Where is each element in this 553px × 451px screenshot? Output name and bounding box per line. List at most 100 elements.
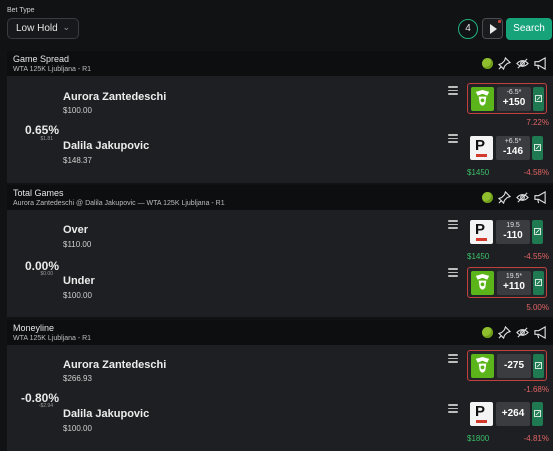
edit-button[interactable]	[533, 271, 544, 295]
odds-value: +264	[501, 408, 525, 419]
draftkings-icon	[471, 271, 494, 295]
hide-icon[interactable]	[516, 326, 529, 339]
price-box: 19.5 -110	[496, 220, 530, 244]
outcome-name: Dalila Jakupovic	[63, 140, 150, 152]
book-stake: $1450	[467, 252, 490, 261]
section-body-game-spread: 0.65% $1.81 Aurora Zantedeschi $100.00 -…	[7, 76, 553, 183]
menu-icon[interactable]	[448, 220, 458, 229]
odds-button[interactable]: -6.5* +150	[467, 83, 547, 114]
bet-type-select[interactable]: Low Hold ⌄	[7, 18, 79, 39]
outcome-name: Aurora Zantedeschi	[63, 91, 167, 103]
section-title: Total Games	[13, 188, 64, 198]
draftkings-icon	[471, 354, 494, 378]
edit-icon	[534, 144, 541, 151]
edit-button[interactable]	[532, 136, 543, 160]
ev-percent: -4.55%	[523, 252, 549, 261]
hold-amount: -$2.94	[38, 403, 53, 409]
play-icon	[490, 24, 497, 34]
book-stake: $1800	[467, 434, 490, 443]
section-title: Moneyline	[13, 323, 55, 333]
hold-percent: 0.65%	[24, 123, 59, 137]
edit-button[interactable]	[533, 87, 544, 111]
draftkings-icon	[471, 87, 494, 111]
price-box: +6.5* -146	[496, 136, 530, 160]
odds-button[interactable]: P 19.5 -110	[467, 217, 547, 248]
edit-icon	[535, 362, 542, 369]
outcome-name: Over	[63, 224, 89, 236]
chevron-down-icon: ⌄	[62, 22, 70, 32]
tennis-ball-icon	[482, 191, 493, 203]
menu-icon[interactable]	[448, 404, 458, 413]
ev-percent: -4.58%	[523, 168, 549, 177]
filter-bar: Bet Type Low Hold ⌄ 4 Search	[0, 0, 553, 46]
odds-value: -110	[503, 230, 523, 241]
tennis-ball-icon	[482, 326, 493, 338]
play-button[interactable]	[482, 18, 503, 39]
bet-type-label: Bet Type	[7, 7, 35, 14]
menu-icon[interactable]	[448, 354, 458, 363]
spread-line: -6.5*	[506, 89, 522, 96]
menu-icon[interactable]	[448, 86, 458, 95]
outcome-stake: $266.93	[63, 374, 92, 383]
price-box: +264	[496, 402, 530, 426]
hold-amount: $1.81	[40, 136, 53, 142]
count-badge: 4	[458, 19, 478, 39]
edit-button[interactable]	[533, 354, 544, 378]
outcome-name: Aurora Zantedeschi	[63, 359, 167, 371]
price-box: -275	[497, 354, 531, 378]
outcome-name: Dalila Jakupovic	[63, 408, 150, 420]
odds-button[interactable]: -275	[467, 350, 547, 381]
section-subtitle: WTA 125K Ljubljana - R1	[13, 335, 92, 342]
pin-icon[interactable]	[498, 325, 511, 339]
odds-value: +110	[503, 281, 525, 292]
spread-line: +6.5*	[504, 138, 522, 145]
total-line: 19.5*	[505, 273, 523, 280]
section-subtitle: WTA 125K Ljubljana - R1	[13, 66, 92, 73]
section-body-moneyline: -0.80% -$2.94 Aurora Zantedeschi $266.93…	[7, 345, 553, 451]
pointsbet-icon: P	[470, 402, 493, 426]
edit-button[interactable]	[532, 220, 543, 244]
search-button[interactable]: Search	[506, 18, 552, 40]
odds-value: +150	[502, 97, 526, 108]
hide-icon[interactable]	[516, 57, 529, 70]
outcome-stake: $100.00	[63, 106, 92, 115]
book-stake: $1450	[467, 168, 490, 177]
edit-button[interactable]	[532, 402, 543, 426]
hold-amount: $0.00	[40, 271, 53, 277]
ev-percent: -1.68%	[523, 385, 549, 394]
price-box: -6.5* +150	[497, 87, 531, 111]
pointsbet-icon: P	[470, 136, 493, 160]
section-body-total-games: 0.00% $0.00 Over $110.00 P 19.5 -110 $14…	[7, 210, 553, 317]
megaphone-icon[interactable]	[534, 56, 547, 70]
megaphone-icon[interactable]	[534, 190, 547, 204]
tennis-ball-icon	[482, 57, 493, 69]
ev-percent: -4.81%	[523, 434, 549, 443]
bet-type-value: Low Hold	[16, 23, 58, 34]
section-title: Game Spread	[13, 54, 70, 64]
section-header-total-games: Total Games Aurora Zantedeschi @ Dalila …	[7, 185, 553, 210]
megaphone-icon[interactable]	[534, 325, 547, 339]
edit-icon	[534, 410, 541, 417]
price-box: 19.5* +110	[497, 271, 531, 295]
odds-button[interactable]: P +264	[467, 399, 547, 430]
pointsbet-icon: P	[470, 220, 493, 244]
odds-button[interactable]: P +6.5* -146	[467, 133, 547, 164]
edit-icon	[534, 228, 541, 235]
hide-icon[interactable]	[516, 191, 529, 204]
odds-button[interactable]: 19.5* +110	[467, 267, 547, 298]
menu-icon[interactable]	[448, 134, 458, 143]
menu-icon[interactable]	[448, 268, 458, 277]
odds-value: -275	[503, 360, 524, 371]
pin-icon[interactable]	[498, 56, 511, 70]
pin-icon[interactable]	[498, 190, 511, 204]
outcome-name: Under	[63, 275, 95, 287]
status-dot	[498, 20, 501, 23]
outcome-stake: $110.00	[63, 240, 92, 249]
outcome-stake: $100.00	[63, 424, 92, 433]
edit-icon	[535, 279, 542, 286]
outcome-stake: $148.37	[63, 156, 92, 165]
edit-icon	[535, 95, 542, 102]
section-header-moneyline: Moneyline WTA 125K Ljubljana - R1	[7, 320, 553, 345]
ev-percent: 5.00%	[526, 303, 549, 312]
ev-percent: 7.22%	[526, 118, 549, 127]
